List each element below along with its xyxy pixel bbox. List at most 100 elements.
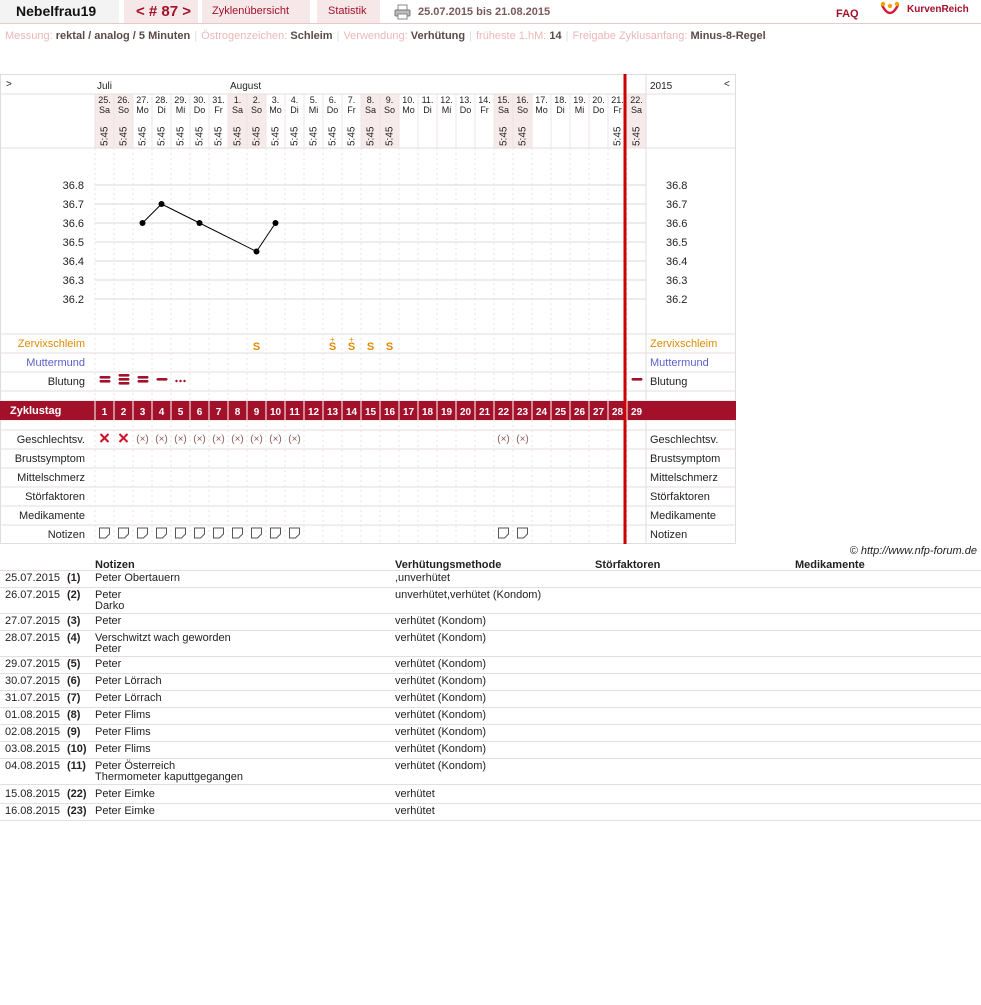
table-row: 26.07.2015 (2) Peter Darko unverhütet,verhü… [0, 588, 981, 614]
y-tick-left: 36.4 [63, 256, 84, 268]
separator: | [336, 30, 340, 42]
row-method: verhütet (Kondom) [395, 760, 487, 772]
y-tick-right: 36.3 [666, 275, 687, 287]
weekday-label: Di [157, 105, 166, 115]
next-cycle-button[interactable]: < [724, 79, 730, 90]
faq-link[interactable]: FAQ [836, 8, 859, 20]
note-icon[interactable] [99, 527, 110, 539]
note-icon[interactable] [498, 527, 509, 539]
y-tick-right: 36.8 [666, 180, 687, 192]
row-cycle-day: (3) [67, 615, 81, 627]
temperature-point[interactable] [272, 220, 279, 226]
temperature-point[interactable] [139, 220, 146, 226]
note-icon[interactable] [118, 527, 129, 539]
note-icon[interactable] [194, 527, 205, 539]
table-row: 27.07.2015 (3) Peter verhütet (Kondom) [0, 614, 981, 631]
statistics-tab[interactable]: Statistik [317, 0, 380, 23]
cycle-day-number: 20 [460, 407, 472, 418]
row-method: verhütet (Kondom) [395, 632, 487, 644]
time-label: 5:45 [100, 126, 111, 146]
note-icon[interactable] [213, 527, 224, 539]
note-icon[interactable] [289, 527, 300, 539]
y-tick-right: 36.7 [666, 199, 687, 211]
weekday-label: Mo [136, 105, 149, 115]
logo-text[interactable]: KurvenReich [907, 4, 969, 15]
cervix-label-left: Zervixschleim [18, 338, 85, 350]
cycle-day-number: 1 [102, 407, 108, 418]
header-notes: Notizen [95, 559, 135, 571]
row-cycle-day: (9) [67, 726, 81, 738]
row-method: verhütet (Kondom) [395, 743, 487, 755]
cycle-day-number: 26 [574, 407, 586, 418]
note-icon[interactable] [517, 527, 528, 539]
weekday-label: Mo [535, 105, 548, 115]
date-label: 6. [329, 95, 337, 105]
weekday-label: Di [423, 105, 432, 115]
row-note: Peter Flims [95, 709, 151, 721]
date-label: 19. [573, 95, 586, 105]
y-tick-right: 36.6 [666, 218, 687, 230]
cycle-day-number: 9 [254, 407, 260, 418]
date-label: 20. [592, 95, 605, 105]
date-label: 12. [440, 95, 453, 105]
cycle-day-number: 15 [365, 407, 377, 418]
row-method: verhütet (Kondom) [395, 709, 487, 721]
y-tick-left: 36.8 [63, 180, 84, 192]
protected-sex-icon: (×) [155, 434, 168, 445]
protected-sex-icon: (×) [250, 434, 263, 445]
username-tab[interactable]: Nebelfrau19 [0, 0, 119, 23]
cycle-day-number: 16 [384, 407, 396, 418]
protected-sex-icon: (×) [269, 434, 282, 445]
row-date: 15.08.2015 [5, 788, 61, 800]
time-label: 5:45 [233, 126, 244, 146]
temperature-point[interactable] [253, 248, 260, 255]
temperature-point[interactable] [196, 220, 203, 226]
cycle-day-number: 27 [593, 407, 605, 418]
cervix-mark: S [367, 341, 374, 353]
bleeding-bar [137, 380, 149, 383]
note-icon[interactable] [175, 527, 186, 539]
breast-symptom-label-right: Brustsymptom [650, 453, 720, 465]
separator: | [194, 30, 198, 42]
row-note: Peter [95, 658, 122, 670]
date-label: 29. [174, 95, 187, 105]
date-label: 27. [136, 95, 149, 105]
protected-sex-icon: (×) [231, 434, 244, 445]
note-icon[interactable] [270, 527, 281, 539]
logo-icon[interactable] [880, 1, 900, 19]
weekday-label: Do [327, 105, 339, 115]
time-label: 5:45 [271, 126, 282, 146]
protected-sex-icon: (×) [212, 434, 225, 445]
cycle-navigator[interactable]: < # 87 > [124, 0, 198, 23]
date-range: 25.07.2015 bis 21.08.2015 [418, 6, 551, 18]
cycle-overview-tab[interactable]: Zyklenübersicht [202, 0, 310, 23]
time-label: 5:45 [157, 126, 168, 146]
weekday-label: Do [593, 105, 605, 115]
time-label: 5:45 [214, 126, 225, 146]
note-icon[interactable] [137, 527, 148, 539]
row-cycle-day: (5) [67, 658, 81, 670]
weekday-label: Mo [402, 105, 415, 115]
prev-cycle-button[interactable]: > [6, 79, 12, 90]
note-icon[interactable] [251, 527, 262, 539]
note-icon[interactable] [232, 527, 243, 539]
table-row: 16.08.2015 (23) Peter Eimke verhütet [0, 804, 981, 821]
bleeding-spot [175, 379, 178, 383]
weekday-label: Do [194, 105, 206, 115]
cervix-label-right: Zervixschleim [650, 338, 717, 350]
date-label: 11. [422, 95, 434, 105]
separator: | [469, 30, 472, 42]
date-label: 5. [310, 95, 318, 105]
temperature-point[interactable] [158, 201, 165, 207]
printer-icon[interactable] [394, 4, 411, 20]
date-label: 14. [478, 95, 491, 105]
row-cycle-day: (23) [67, 805, 87, 817]
row-note: Peter Lörrach [95, 675, 162, 687]
note-icon[interactable] [156, 527, 167, 539]
date-label: 30. [193, 95, 206, 105]
row-cycle-day: (8) [67, 709, 81, 721]
table-row: 28.07.2015 (4) Verschwitzt wach geworden P… [0, 631, 981, 657]
breast-symptom-label-left: Brustsymptom [15, 453, 85, 465]
date-label: 28. [155, 95, 168, 105]
time-label: 5:45 [518, 126, 529, 146]
